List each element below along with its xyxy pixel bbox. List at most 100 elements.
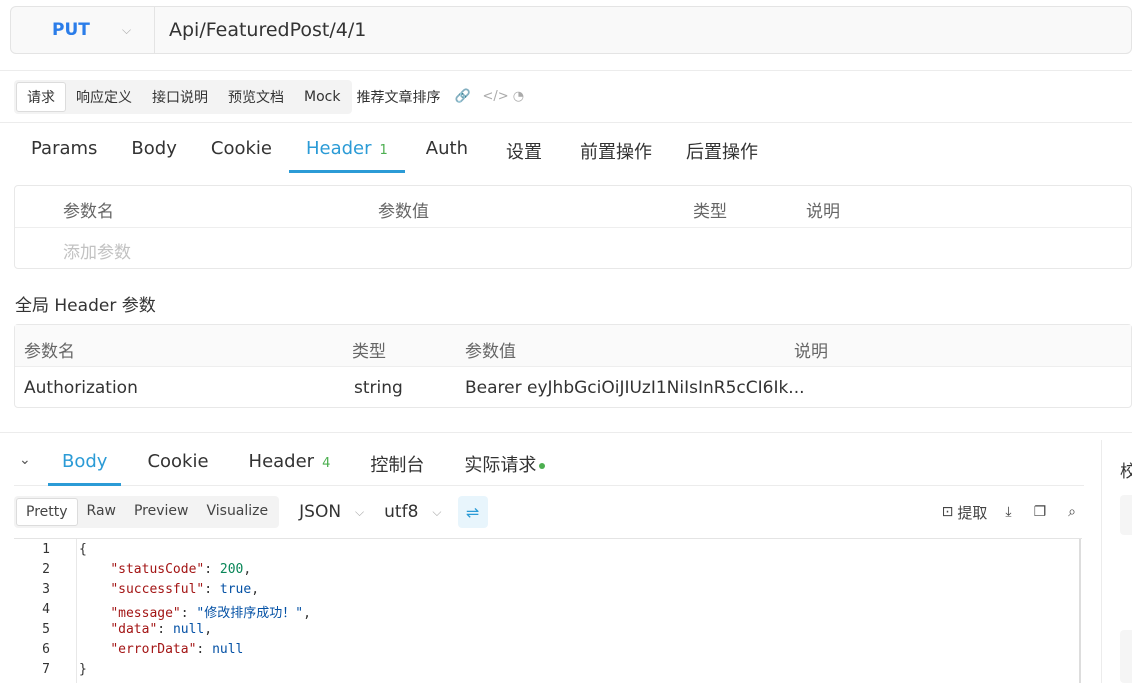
tab-header-label: Header xyxy=(305,138,372,159)
search-icon: ⌕ xyxy=(1068,504,1076,520)
col-name: 参数名 xyxy=(24,342,75,362)
chevron-down-icon: ⌵ xyxy=(355,504,365,519)
response-toolbar: Pretty Raw Preview Visualize JSON ⌵ utf8… xyxy=(14,494,1084,530)
response-tabs: ⌄ Body Cookie Header 4 控制台 实际请求 xyxy=(14,440,1084,486)
code-line: { xyxy=(79,542,87,557)
tab-pre-ops[interactable]: 前置操作 xyxy=(563,128,669,172)
code-line: "data": null, xyxy=(110,622,213,637)
tab-response-def[interactable]: 响应定义 xyxy=(66,83,142,111)
url-bar: PUT ⌵ Api/FeaturedPost/4/1 xyxy=(10,6,1132,54)
code-line: "errorData": null xyxy=(110,642,244,657)
view-pretty[interactable]: Pretty xyxy=(16,498,78,526)
header-params-table: 参数名 参数值 类型 说明 添加参数 xyxy=(14,185,1132,269)
encoding-value: utf8 xyxy=(384,502,419,522)
tab-post-ops[interactable]: 后置操作 xyxy=(669,128,775,172)
view-visualize[interactable]: Visualize xyxy=(197,498,277,526)
tab-resp-body[interactable]: Body xyxy=(48,440,122,486)
copy-button[interactable]: ❐ xyxy=(1034,504,1051,520)
wrap-icon: ⇌ xyxy=(465,502,480,522)
side-panel-block xyxy=(1120,630,1132,683)
tab-header[interactable]: Header 1 xyxy=(288,128,405,173)
extract-icon: ⊡ xyxy=(941,504,954,520)
view-mode-group: Pretty Raw Preview Visualize xyxy=(14,496,280,528)
extract-label: 提取 xyxy=(957,503,988,522)
tab-actual-request[interactable]: 实际请求 xyxy=(450,440,559,485)
format-select[interactable]: JSON ⌵ xyxy=(299,502,364,522)
tab-mock[interactable]: Mock xyxy=(294,85,350,109)
code-line: "successful": true, xyxy=(110,582,260,597)
col-value: 参数值 xyxy=(465,342,516,362)
tab-params[interactable]: Params xyxy=(14,128,114,172)
row-type: string xyxy=(354,378,403,398)
code-line: } xyxy=(79,662,87,677)
col-name: 参数名 xyxy=(63,202,114,222)
tab-actual-label: 实际请求 xyxy=(464,455,537,476)
doc-tabs: 请求 响应定义 接口说明 预览文档 Mock 推荐文章排序 🔗 </> ◔ xyxy=(14,80,526,114)
code-area[interactable]: { "statusCode": 200, "successful": true,… xyxy=(76,539,1080,683)
extract-button[interactable]: ⊡ 提取 xyxy=(942,502,988,523)
line-gutter: 1 2 3 4 5 6 7 xyxy=(14,539,62,683)
col-type: 类型 xyxy=(352,342,386,362)
tab-api-desc[interactable]: 接口说明 xyxy=(142,83,218,111)
download-button[interactable]: ⤓ xyxy=(1005,504,1015,520)
chevron-down-icon: ⌵ xyxy=(122,22,132,37)
divider xyxy=(0,70,1132,71)
link-icon[interactable]: 🔗 xyxy=(454,89,470,105)
divider xyxy=(0,432,1132,433)
line-number: 4 xyxy=(42,602,50,617)
panel-separator[interactable] xyxy=(1101,440,1102,683)
table-header: 参数名 类型 参数值 说明 xyxy=(15,325,1131,367)
tab-auth[interactable]: Auth xyxy=(409,128,485,172)
tab-console[interactable]: 控制台 xyxy=(356,440,438,485)
copy-icon: ❐ xyxy=(1033,504,1047,520)
tab-request[interactable]: 请求 xyxy=(16,82,66,112)
line-number: 3 xyxy=(42,582,50,597)
col-value: 参数值 xyxy=(378,202,429,222)
col-desc: 说明 xyxy=(794,342,828,362)
header-count-badge: 1 xyxy=(379,143,388,158)
encoding-select[interactable]: utf8 ⌵ xyxy=(384,502,441,522)
tab-cookie[interactable]: Cookie xyxy=(194,128,289,172)
line-number: 5 xyxy=(42,622,50,637)
global-header-table: 参数名 类型 参数值 说明 Authorization string Beare… xyxy=(14,324,1132,408)
chevron-down-icon: ⌵ xyxy=(432,504,442,519)
table-header: 参数名 参数值 类型 说明 xyxy=(15,186,1131,228)
row-name: Authorization xyxy=(24,378,138,398)
tab-settings[interactable]: 设置 xyxy=(489,128,559,172)
tab-resp-header-label: Header xyxy=(248,451,315,472)
side-panel-label: 校 xyxy=(1120,462,1132,482)
vertical-scrollbar[interactable] xyxy=(1079,539,1081,683)
collapse-icon[interactable]: ⌄ xyxy=(14,440,48,468)
global-header-title: 全局 Header 参数 xyxy=(15,296,156,316)
response-actions: ⊡ 提取 ⤓ ❐ ⌕ xyxy=(924,494,1084,530)
code-line: "message": "修改排序成功！", xyxy=(110,606,311,621)
view-preview[interactable]: Preview xyxy=(125,498,198,526)
doc-tab-group: 请求 响应定义 接口说明 预览文档 Mock xyxy=(14,80,353,114)
line-number: 1 xyxy=(42,542,50,557)
api-name: 推荐文章排序 xyxy=(356,90,441,106)
line-number: 7 xyxy=(42,662,50,677)
status-dot xyxy=(539,463,546,469)
palette-icon[interactable]: ◔ xyxy=(510,89,526,105)
col-desc: 说明 xyxy=(806,202,840,222)
response-editor[interactable]: 1 2 3 4 5 6 7 { "statusCode": 200, "succ… xyxy=(14,538,1082,683)
side-panel-block xyxy=(1120,495,1132,535)
word-wrap-button[interactable]: ⇌ xyxy=(457,496,488,528)
method-select[interactable]: PUT ⌵ xyxy=(11,7,155,53)
col-type: 类型 xyxy=(693,202,727,222)
search-button[interactable]: ⌕ xyxy=(1068,504,1080,520)
tab-body[interactable]: Body xyxy=(114,128,193,172)
add-param-placeholder[interactable]: 添加参数 xyxy=(63,238,131,263)
divider xyxy=(0,122,1132,123)
line-number: 6 xyxy=(42,642,50,657)
code-icon[interactable]: </> xyxy=(482,89,508,105)
url-input[interactable]: Api/FeaturedPost/4/1 xyxy=(169,19,366,41)
tab-resp-cookie[interactable]: Cookie xyxy=(133,440,222,485)
code-line: "statusCode": 200, xyxy=(110,562,252,577)
view-raw[interactable]: Raw xyxy=(78,498,125,526)
request-tabs: Params Body Cookie Header 1 Auth 设置 前置操作 … xyxy=(14,128,775,174)
line-number: 2 xyxy=(42,562,50,577)
tab-preview-doc[interactable]: 预览文档 xyxy=(218,83,294,111)
method-label: PUT xyxy=(52,20,90,40)
tab-resp-header[interactable]: Header 4 xyxy=(235,440,345,485)
